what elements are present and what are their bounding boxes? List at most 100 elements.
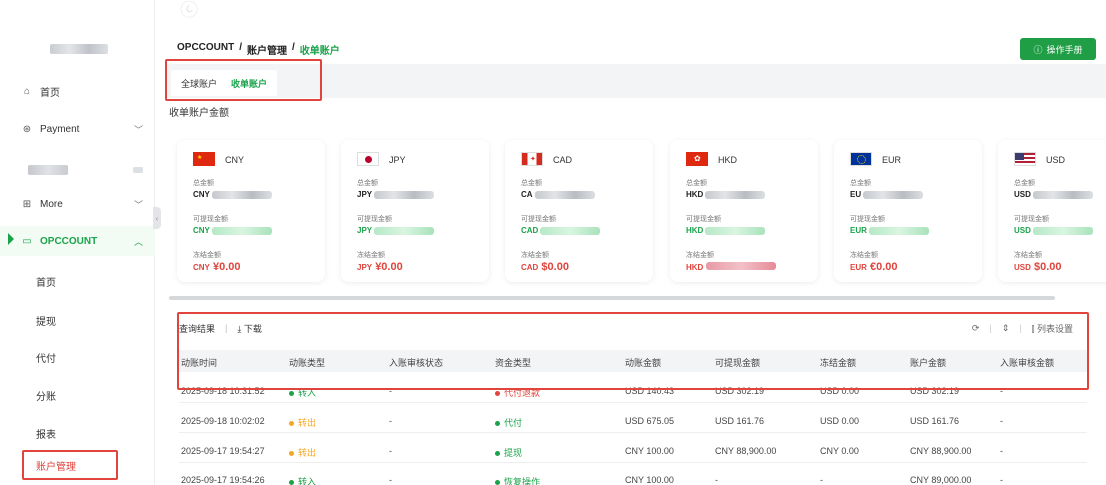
table-cell: CNY 100.00 <box>625 475 674 485</box>
sub-item-account-management[interactable]: 账户管理 <box>22 450 118 480</box>
currency-card-eur: EUR 总金额 EU 可提现金额 EUR 冻结金额 EUR €0.00 <box>834 140 982 282</box>
breadcrumb-separator: / <box>292 42 295 53</box>
withdrawable-prefix: USD <box>1014 226 1031 235</box>
app: ⓒ ⓒ ⌂ 首页 ⊛ Payment ﹀ ⊞ More ﹀ ▭ OPCCOUNT… <box>0 0 1106 485</box>
frozen-code: JPY <box>357 263 373 272</box>
table-cell: USD 675.05 <box>625 416 675 426</box>
currency-code: EUR <box>882 155 902 165</box>
row-divider <box>179 462 1087 463</box>
table-cell: 转出 <box>289 416 316 429</box>
sidebar: ⌂ 首页 ⊛ Payment ﹀ ⊞ More ﹀ ▭ OPCCOUNT ︿ 首… <box>0 0 155 485</box>
sidebar-item-more[interactable]: ⊞ More ﹀ <box>0 189 155 219</box>
table-cell: - <box>1000 416 1003 426</box>
total-value: JPY <box>357 190 435 199</box>
frozen-label: 冻结金额 <box>357 252 385 259</box>
table-cell: USD 0.00 <box>820 416 860 426</box>
flag-icon-cny: ★ <box>193 152 215 168</box>
withdrawable-prefix: EUR <box>850 226 867 235</box>
logo <box>50 44 108 54</box>
frozen-value: JPY ¥0.00 <box>357 261 403 273</box>
frozen-amount: ¥0.00 <box>375 261 403 273</box>
withdrawable-label: 可提现金额 <box>193 216 228 223</box>
flag-icon-usd <box>1014 152 1036 168</box>
currency-code: JPY <box>389 155 406 165</box>
table-cell: 恢复操作 <box>495 475 540 485</box>
total-prefix: CNY <box>193 190 210 199</box>
help-icon: ⓘ <box>1033 44 1043 55</box>
blurred-menu-item[interactable] <box>28 165 68 175</box>
frozen-code: CNY <box>193 263 210 272</box>
breadcrumb-separator: / <box>239 42 243 53</box>
frozen-code: HKD <box>686 263 704 272</box>
sub-item-home[interactable]: 首页 <box>36 274 56 289</box>
total-prefix: EU <box>850 190 862 199</box>
card-header: ✿ HKD <box>686 152 737 168</box>
section-title: 收单账户金额 <box>169 108 229 119</box>
withdrawable-value: CAD <box>521 226 601 235</box>
sub-item-withdraw[interactable]: 提现 <box>36 313 56 328</box>
home-icon: ⌂ <box>23 85 31 97</box>
total-label: 总金额 <box>686 180 707 187</box>
card-header: ✦ CAD <box>521 152 572 168</box>
frozen-value: CAD $0.00 <box>521 261 569 273</box>
sub-item-reports[interactable]: 报表 <box>36 426 56 441</box>
currency-card-cny: ★ CNY 总金额 CNY 可提现金额 CNY 冻结金额 CNY ¥0.00 <box>177 140 325 282</box>
frozen-amount: ¥0.00 <box>212 261 241 273</box>
flag-icon-eur <box>850 152 872 168</box>
table-cell: - <box>389 475 392 485</box>
help-manual-label: 操作手册 <box>1046 44 1083 55</box>
frozen-value: USD $0.00 <box>1014 261 1061 273</box>
table-cell: CNY 89,000.00 <box>910 475 972 485</box>
currency-card-jpy: JPY 总金额 JPY 可提现金额 JPY 冻结金额 JPY ¥0.00 <box>341 140 489 282</box>
sidebar-item-payment[interactable]: ⊛ Payment ﹀ <box>0 114 155 144</box>
frozen-code: EUR <box>850 263 867 272</box>
sub-item-payout[interactable]: 代付 <box>36 350 56 365</box>
currency-code: HKD <box>718 155 738 165</box>
card-header: USD <box>1014 152 1065 168</box>
table-cell: 代付 <box>495 416 522 429</box>
table-cell: 提现 <box>495 446 522 459</box>
main-content: OPCCOUNT / 账户管理 / 收单账户 ⓘ 操作手册 全球账户 收单账户 … <box>165 0 1106 485</box>
table-cell: - <box>1000 446 1003 456</box>
payment-icon: ⊛ <box>22 123 32 135</box>
row-divider <box>179 402 1087 403</box>
table-cell: 转入 <box>289 475 316 485</box>
total-label: 总金额 <box>850 180 871 187</box>
sidebar-item-home[interactable]: ⌂ 首页 <box>0 76 155 106</box>
withdrawable-value: EUR <box>850 226 929 235</box>
blurred-menu-item <box>133 167 143 173</box>
breadcrumb-root[interactable]: OPCCOUNT <box>177 42 234 57</box>
total-value: CNY <box>193 190 272 199</box>
withdrawable-value: HKD <box>686 226 766 235</box>
currency-card-hkd: ✿ HKD 总金额 HKD 可提现金额 HKD 冻结金额 HKD <box>670 140 818 282</box>
currency-card-usd: USD 总金额 USD 可提现金额 USD 冻结金额 USD $0.00 <box>998 140 1106 282</box>
horizontal-scrollbar[interactable] <box>169 296 1055 300</box>
withdrawable-label: 可提现金额 <box>850 216 885 223</box>
chevron-down-icon: ﹀ <box>133 199 143 210</box>
card-header: ★ CNY <box>193 152 244 168</box>
withdrawable-value: CNY <box>193 226 272 235</box>
sidebar-item-opccount[interactable]: ▭ OPCCOUNT ︿ <box>0 226 155 256</box>
table-cell: USD 161.76 <box>910 416 960 426</box>
currency-code: CNY <box>225 155 245 165</box>
total-label: 总金额 <box>357 180 378 187</box>
card-header: EUR <box>850 152 901 168</box>
sidebar-collapse-handle[interactable]: ‹ <box>153 207 161 229</box>
sidebar-item-label: More <box>40 198 63 210</box>
frozen-amount: $0.00 <box>1033 261 1062 273</box>
card-header: JPY <box>357 152 406 168</box>
total-value: EU <box>850 190 924 199</box>
frozen-label: 冻结金额 <box>850 252 878 259</box>
table-cell: 2025-09-18 10:02:02 <box>181 416 265 426</box>
breadcrumb-parent[interactable]: 账户管理 <box>247 42 287 57</box>
frozen-value: HKD <box>686 261 777 273</box>
withdrawable-label: 可提现金额 <box>1014 216 1049 223</box>
flag-icon-cad: ✦ <box>521 152 543 168</box>
active-indicator <box>8 233 14 245</box>
help-manual-button[interactable]: ⓘ 操作手册 <box>1020 38 1096 60</box>
withdrawable-prefix: HKD <box>686 226 704 235</box>
table-cell: - <box>389 416 392 426</box>
sub-item-split[interactable]: 分账 <box>36 388 56 403</box>
table-cell: 2025-09-17 19:54:27 <box>181 446 265 456</box>
wallet-icon: ▭ <box>22 235 32 247</box>
